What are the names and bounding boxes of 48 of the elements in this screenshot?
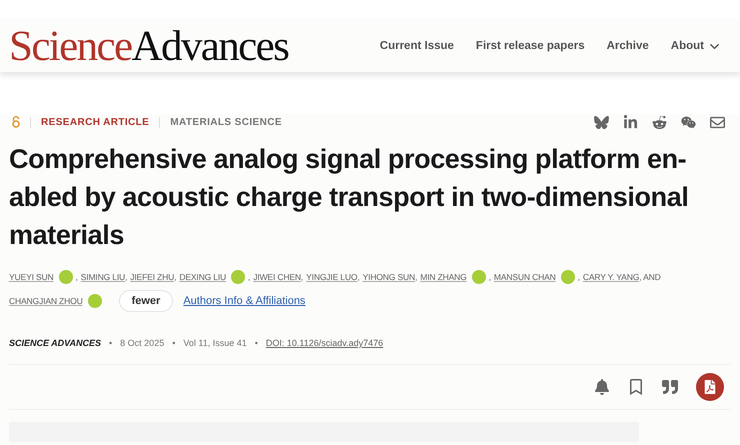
pdf-button[interactable] — [696, 373, 724, 401]
author-name[interactable]: CHANGJIAN ZHOU — [9, 296, 83, 306]
author-name[interactable]: MANSUN CHAN — [494, 272, 556, 282]
separator-text: , — [174, 272, 176, 282]
pdf-file-icon — [703, 380, 717, 394]
volume-issue: Vol 11, Issue 41 — [183, 338, 247, 348]
separator-text: , — [125, 272, 128, 282]
author-name[interactable]: YUEYI SUN — [9, 272, 54, 282]
separator-text: , AND — [639, 272, 661, 282]
author-name[interactable]: JIEFEI ZHU — [130, 272, 174, 282]
fewer-button[interactable]: fewer — [118, 290, 174, 312]
dot-separator: • — [172, 338, 176, 348]
wechat-icon[interactable] — [681, 114, 696, 130]
bookmark-icon[interactable] — [628, 379, 644, 395]
author-name[interactable]: YIHONG SUN — [362, 272, 416, 282]
doi-link[interactable]: DOI: 10.1126/sciadv.ady7476 — [266, 338, 384, 348]
author-name[interactable]: YINGJIE LUO — [306, 272, 358, 282]
separator-text: , — [357, 272, 360, 282]
nav-link[interactable]: Archive — [606, 40, 649, 52]
nav-link[interactable]: About — [670, 38, 722, 54]
subject-label[interactable]: MATERIALS SCIENCE — [170, 116, 282, 128]
article-type[interactable]: RESEARCH ARTICLE — [41, 116, 150, 128]
separator-text: , — [300, 272, 304, 282]
dot-separator: • — [109, 338, 112, 348]
journal-name: SCIENCE ADVANCES — [9, 338, 102, 348]
nav-link[interactable]: Current Issue — [380, 40, 454, 52]
separator-text: , — [415, 272, 418, 282]
author-name[interactable]: CARY Y. YANG — [582, 272, 640, 282]
publish-date: 8 Oct 2025 — [120, 338, 164, 348]
separator-text: , — [488, 272, 491, 282]
email-icon[interactable] — [710, 114, 725, 130]
separator-text: , — [578, 272, 580, 282]
author-name[interactable]: MIN ZHANG — [420, 272, 467, 282]
bell-icon[interactable] — [594, 379, 610, 395]
butterfly-icon[interactable] — [594, 116, 609, 128]
author-name[interactable]: JIWEI CHEN — [253, 272, 301, 282]
article-title: Comprehensive analog signal processing platform en- abled by acoustic charge transport in two-dimensional materials — [9, 143, 690, 252]
separator-text: , — [248, 272, 250, 282]
linkedin-icon[interactable] — [623, 114, 638, 130]
author-name[interactable]: DEXING LIU — [179, 272, 226, 282]
quote-icon[interactable] — [662, 379, 678, 395]
separator-text: , — [76, 272, 78, 282]
journal-logo[interactable]: ScienceAdvances — [9, 22, 288, 70]
nav-link[interactable]: First release papers — [476, 40, 585, 52]
affiliations-link[interactable]: Authors Info & Affiliations — [183, 295, 306, 307]
author-name[interactable]: SIMING LIU — [80, 272, 126, 282]
dot-separator: • — [254, 338, 258, 348]
reddit-icon[interactable] — [652, 114, 667, 130]
